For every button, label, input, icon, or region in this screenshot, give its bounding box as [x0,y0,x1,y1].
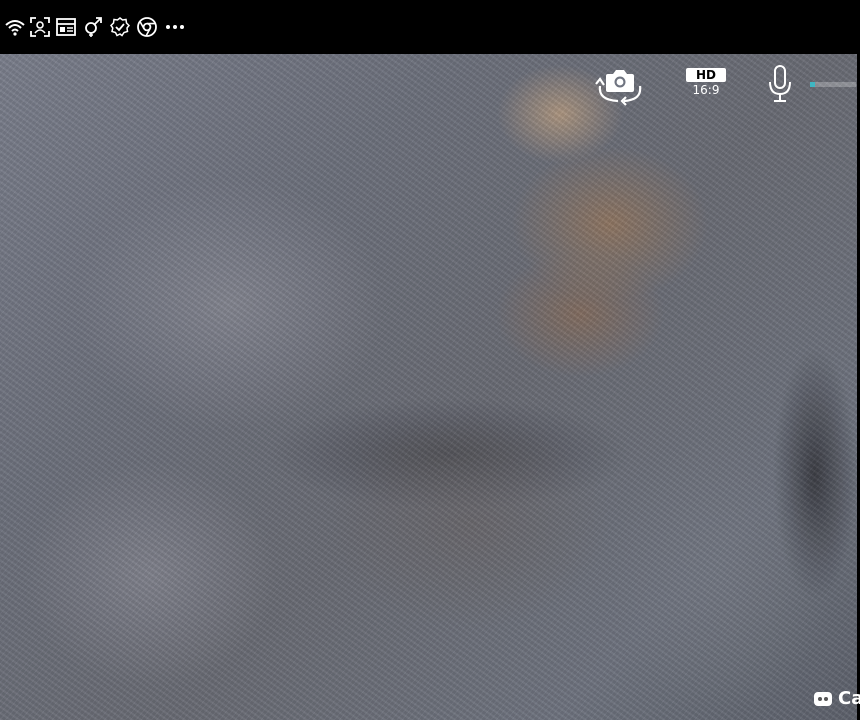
preview-texture [0,54,857,720]
switch-camera-button[interactable] [592,64,646,106]
face-scan-icon [29,16,51,38]
camera-app-text: Ca [838,688,860,709]
mic-level-meter [810,82,856,87]
aspect-ratio-label: 16:9 [692,83,720,97]
wifi-icon [4,16,26,38]
camera-app-label[interactable]: Ca [812,688,860,709]
microphone-icon [769,65,791,102]
chrome-icon [136,16,158,38]
camera-app-icon [814,691,832,706]
camera-preview[interactable] [0,54,857,720]
resolution-button[interactable]: HD 16:9 [684,68,728,98]
mic-level-fill [810,82,815,87]
gender-icon [82,16,104,38]
check-shield-icon [109,16,131,38]
microphone-button[interactable] [766,64,794,104]
resolution-label: HD [686,68,726,82]
switch-camera-icon [595,70,642,106]
more-icon[interactable] [164,16,186,38]
calendar-app-icon [55,16,77,38]
status-bar [0,0,860,54]
